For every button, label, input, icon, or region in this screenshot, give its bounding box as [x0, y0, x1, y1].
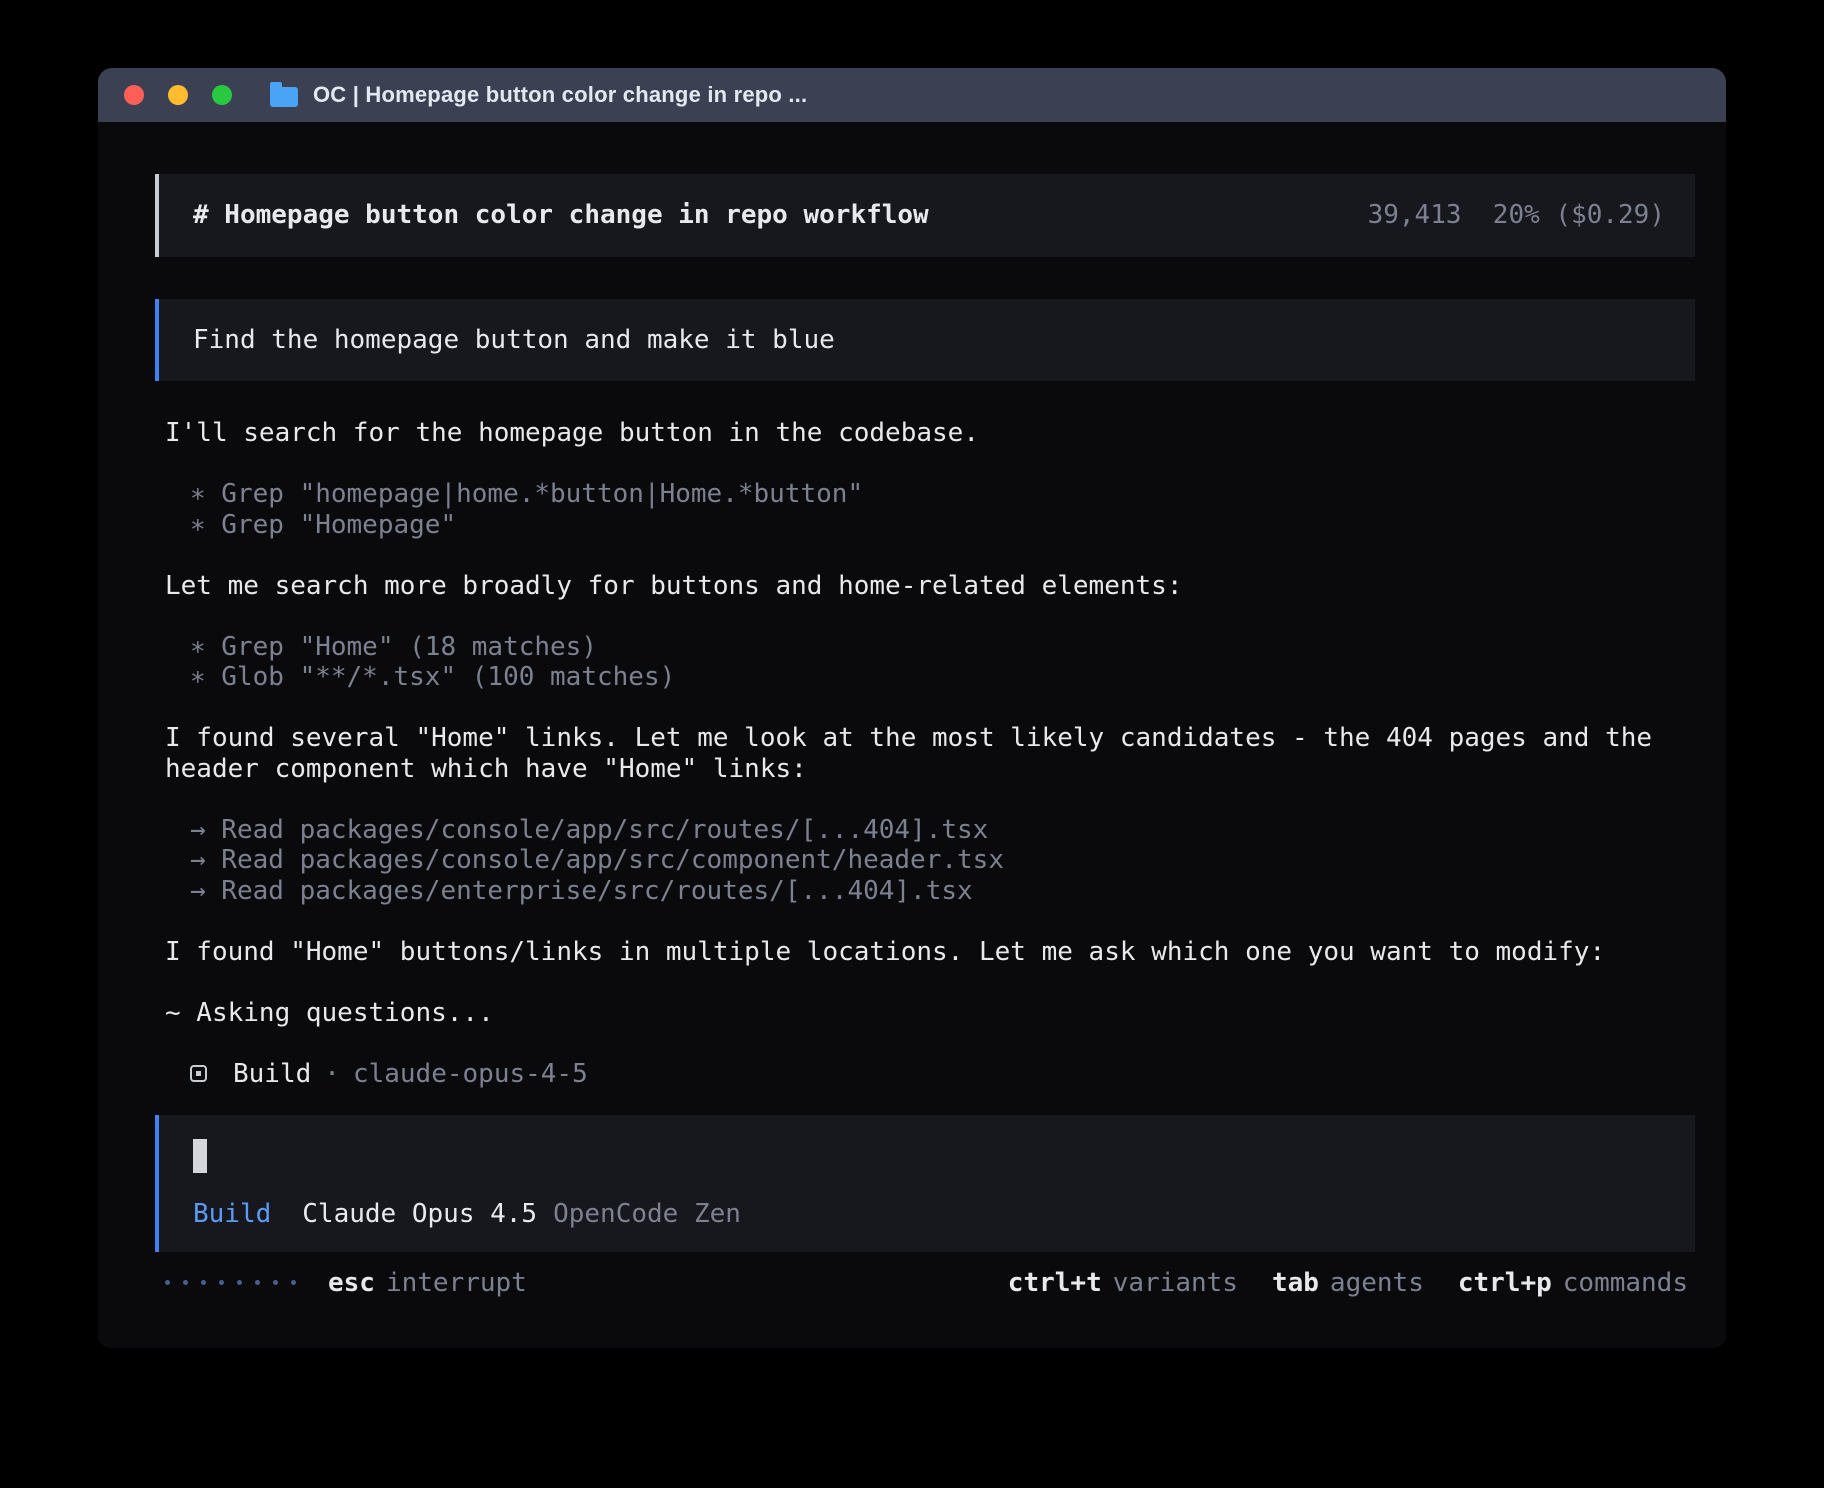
traffic-lights [124, 85, 232, 105]
blank-line [165, 693, 1695, 724]
agent-name: Build [233, 1059, 311, 1090]
input-agent-label: Build [193, 1199, 271, 1230]
spinner-dot [237, 1280, 242, 1285]
terminal-body: # Homepage button color change in repo w… [98, 122, 1726, 1348]
window-bottom-chrome [98, 1336, 1726, 1348]
folder-icon [270, 87, 298, 107]
user-message: Find the homepage button and make it blu… [155, 299, 1695, 382]
prompt-input[interactable]: Build Claude Opus 4.5 OpenCode Zen [155, 1115, 1695, 1252]
tool-call-line: ∗ Glob "**/*.tsx" (100 matches) [165, 662, 1695, 693]
blank-line [165, 540, 1695, 571]
blank-line [165, 906, 1695, 937]
spinner-dot [291, 1280, 296, 1285]
agent-separator: · [324, 1059, 340, 1090]
input-provider-label: OpenCode Zen [553, 1199, 741, 1230]
spinner-dots [165, 1280, 296, 1285]
session-header: # Homepage button color change in repo w… [155, 174, 1695, 257]
tool-call-line: ∗ Grep "Homepage" [165, 510, 1695, 541]
shortcut-agents: tab agents [1272, 1268, 1424, 1299]
tool-call-line: → Read packages/console/app/src/componen… [165, 845, 1695, 876]
shortcut-key: tab [1272, 1268, 1319, 1299]
title-bar: OC | Homepage button color change in rep… [98, 68, 1726, 122]
shortcut-label: variants [1113, 1268, 1238, 1299]
minimize-button[interactable] [168, 85, 188, 105]
status-bar: esc interrupt ctrl+tvariantstabagentsctr… [165, 1268, 1688, 1299]
blank-line [165, 784, 1695, 815]
shortcut-variants: ctrl+t variants [1008, 1268, 1238, 1299]
agent-build-icon [190, 1065, 207, 1082]
shortcut-key: ctrl+p [1458, 1268, 1552, 1299]
input-model-label: Claude Opus 4.5 [302, 1199, 537, 1230]
transcript: I'll search for the homepage button in t… [165, 418, 1695, 1089]
blank-line [165, 967, 1695, 998]
close-button[interactable] [124, 85, 144, 105]
blank-line [165, 1028, 1695, 1059]
zoom-button[interactable] [212, 85, 232, 105]
session-stats: 39,413 20% ($0.29) [1368, 200, 1665, 231]
assistant-text-line: Let me search more broadly for buttons a… [165, 571, 1695, 602]
input-meta-row: Build Claude Opus 4.5 OpenCode Zen [193, 1199, 1661, 1230]
statusbar-shortcuts: ctrl+t variants tab agents ctrl+p commands [1008, 1268, 1688, 1299]
assistant-text-line: I found several "Home" links. Let me loo… [165, 723, 1695, 784]
title-group: OC | Homepage button color change in rep… [270, 82, 807, 108]
shortcut-key: ctrl+t [1008, 1268, 1102, 1299]
window-title: OC | Homepage button color change in rep… [313, 82, 807, 108]
shortcut-commands: ctrl+p commands [1458, 1268, 1688, 1299]
tool-call-line: → Read packages/enterprise/src/routes/[.… [165, 876, 1695, 907]
shortcut-label: commands [1563, 1268, 1688, 1299]
agent-model: claude-opus-4-5 [353, 1059, 588, 1090]
agent-status-row: Build · claude-opus-4-5 [165, 1059, 1695, 1090]
assistant-text-line: ~ Asking questions... [165, 998, 1695, 1029]
spinner-dot [165, 1280, 170, 1285]
assistant-text-line: I found "Home" buttons/links in multiple… [165, 937, 1695, 968]
blank-line [165, 601, 1695, 632]
esc-key-hint: esc [328, 1268, 375, 1299]
user-message-text: Find the homepage button and make it blu… [193, 325, 1661, 356]
spinner-dot [273, 1280, 278, 1285]
assistant-text-line: I'll search for the homepage button in t… [165, 418, 1695, 449]
blank-line [165, 449, 1695, 480]
statusbar-left: esc interrupt [165, 1268, 527, 1299]
shortcut-label: agents [1330, 1268, 1424, 1299]
spinner-dot [183, 1280, 188, 1285]
tool-call-line: → Read packages/console/app/src/routes/[… [165, 815, 1695, 846]
spinner-dot [201, 1280, 206, 1285]
tool-call-line: ∗ Grep "homepage|home.*button|Home.*butt… [165, 479, 1695, 510]
spinner-dot [219, 1280, 224, 1285]
app-window: OC | Homepage button color change in rep… [98, 68, 1726, 1348]
tool-call-line: ∗ Grep "Home" (18 matches) [165, 632, 1695, 663]
esc-key-hint-label: interrupt [386, 1268, 527, 1299]
session-title: # Homepage button color change in repo w… [193, 200, 929, 231]
text-cursor [193, 1139, 207, 1173]
spinner-dot [255, 1280, 260, 1285]
